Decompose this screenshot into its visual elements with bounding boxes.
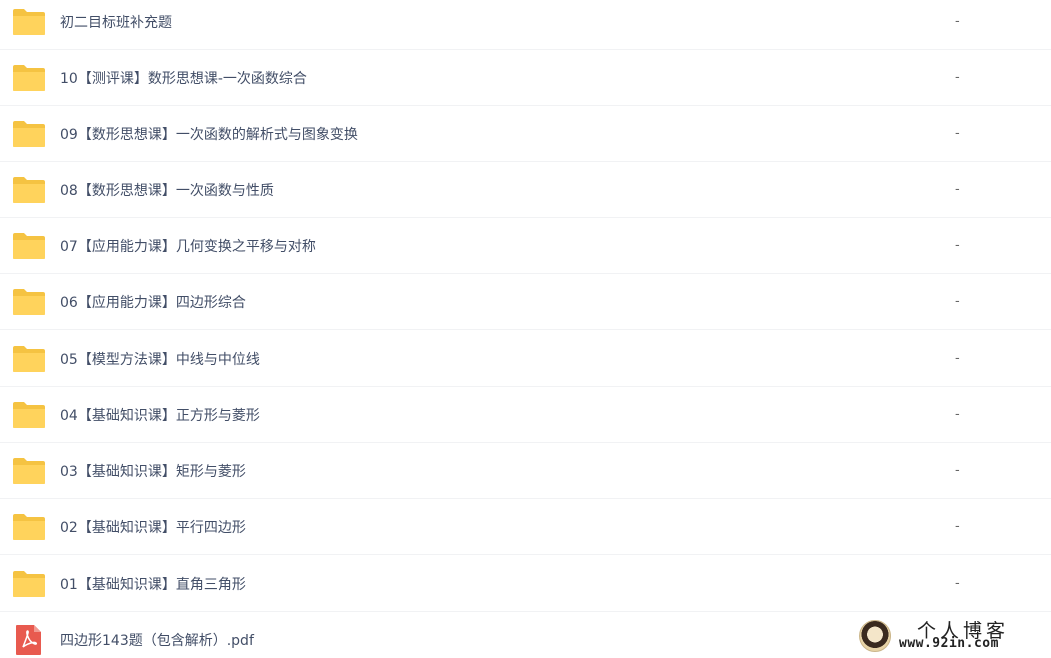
folder-icon	[0, 499, 60, 555]
file-name[interactable]: 04【基础知识课】正方形与菱形	[60, 405, 260, 425]
file-row-folder[interactable]: 10【测评课】数形思想课-一次函数综合 -	[0, 50, 1051, 106]
file-row-folder[interactable]: 07【应用能力课】几何变换之平移与对称 -	[0, 218, 1051, 274]
file-name[interactable]: 四边形143题（包含解析）.pdf	[60, 630, 254, 650]
file-name[interactable]: 10【测评课】数形思想课-一次函数综合	[60, 68, 307, 88]
file-name[interactable]: 08【数形思想课】一次函数与性质	[60, 180, 274, 200]
file-row-folder[interactable]: 04【基础知识课】正方形与菱形 -	[0, 387, 1051, 443]
folder-icon	[0, 331, 60, 387]
file-name[interactable]: 01【基础知识课】直角三角形	[60, 574, 246, 594]
folder-icon	[0, 387, 60, 443]
file-row-folder[interactable]: 09【数形思想课】一次函数的解析式与图象变换 -	[0, 106, 1051, 162]
folder-icon	[0, 218, 60, 274]
file-name[interactable]: 02【基础知识课】平行四边形	[60, 517, 246, 537]
watermark-url: www.92in.com	[899, 636, 999, 651]
folder-icon	[0, 556, 60, 612]
file-size: -	[955, 576, 960, 591]
file-row-folder[interactable]: 05【模型方法课】中线与中位线 -	[0, 331, 1051, 387]
file-name[interactable]: 06【应用能力课】四边形综合	[60, 292, 246, 312]
file-row-folder[interactable]: 08【数形思想课】一次函数与性质 -	[0, 162, 1051, 218]
file-name[interactable]: 05【模型方法课】中线与中位线	[60, 349, 260, 369]
file-size: -	[955, 14, 960, 29]
folder-icon	[0, 443, 60, 499]
site-watermark: 个人博客 www.92in.com	[855, 616, 1045, 658]
file-name[interactable]: 初二目标班补充题	[60, 12, 172, 32]
folder-icon	[0, 0, 60, 50]
file-size: -	[955, 463, 960, 478]
file-size: -	[955, 182, 960, 197]
file-row-folder[interactable]: 初二目标班补充题 -	[0, 0, 1051, 50]
file-size: -	[955, 126, 960, 141]
file-name[interactable]: 09【数形思想课】一次函数的解析式与图象变换	[60, 124, 358, 144]
file-row-folder[interactable]: 02【基础知识课】平行四边形 -	[0, 499, 1051, 555]
folder-icon	[0, 274, 60, 330]
file-size: -	[955, 238, 960, 253]
file-size: -	[955, 351, 960, 366]
watermark-avatar	[859, 620, 891, 652]
file-size: -	[955, 407, 960, 422]
folder-icon	[0, 162, 60, 218]
file-row-folder[interactable]: 03【基础知识课】矩形与菱形 -	[0, 443, 1051, 499]
file-list: 初二目标班补充题 - 10【测评课】数形思想课-一次函数综合 - 09【数形思想…	[0, 0, 1051, 658]
folder-icon	[0, 50, 60, 106]
file-size: -	[955, 70, 960, 85]
pdf-file-icon	[0, 612, 60, 658]
file-row-folder[interactable]: 06【应用能力课】四边形综合 -	[0, 274, 1051, 330]
file-row-folder[interactable]: 01【基础知识课】直角三角形 -	[0, 556, 1051, 612]
file-size: -	[955, 294, 960, 309]
file-name[interactable]: 07【应用能力课】几何变换之平移与对称	[60, 236, 316, 256]
folder-icon	[0, 106, 60, 162]
file-name[interactable]: 03【基础知识课】矩形与菱形	[60, 461, 246, 481]
file-size: -	[955, 519, 960, 534]
